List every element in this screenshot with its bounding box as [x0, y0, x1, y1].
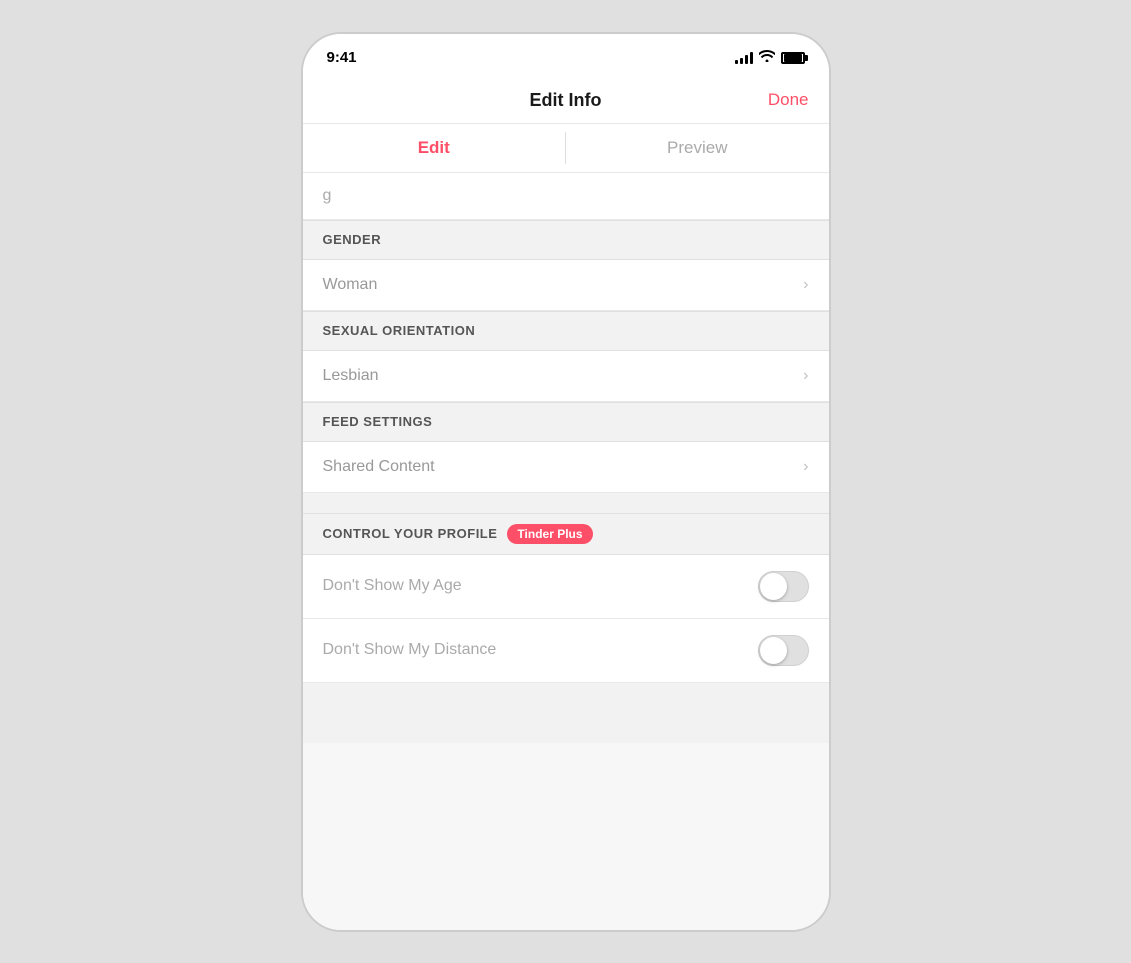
partial-text: g: [323, 187, 332, 205]
toggle-row-distance[interactable]: Don't Show My Distance: [303, 619, 829, 683]
scroll-content: g GENDER Woman › SEXUAL ORIENTATION Lesb…: [303, 173, 829, 930]
tab-edit[interactable]: Edit: [303, 124, 566, 172]
wifi-icon: [759, 50, 775, 65]
nav-bar: Edit Info Done: [303, 78, 829, 124]
chevron-icon: ›: [803, 276, 808, 294]
toggle-age-knob: [760, 573, 787, 600]
toggle-age-switch[interactable]: [758, 571, 809, 602]
nav-title: Edit Info: [530, 90, 602, 111]
phone-frame: 9:41 Edit Info Done: [301, 32, 831, 932]
tab-preview-label: Preview: [667, 138, 727, 158]
toggle-distance-knob: [760, 637, 787, 664]
row-woman[interactable]: Woman ›: [303, 260, 829, 311]
toggle-label-distance: Don't Show My Distance: [323, 641, 497, 659]
row-lesbian[interactable]: Lesbian ›: [303, 351, 829, 402]
chevron-icon-3: ›: [803, 458, 808, 476]
tab-preview[interactable]: Preview: [566, 124, 829, 172]
tinder-plus-badge: Tinder Plus: [507, 524, 592, 544]
status-bar: 9:41: [303, 34, 829, 78]
row-woman-text: Woman: [323, 276, 378, 294]
section-header-orientation: SEXUAL ORIENTATION: [303, 311, 829, 351]
tab-edit-label: Edit: [418, 138, 450, 158]
section-header-feed: FEED SETTINGS: [303, 402, 829, 442]
tab-bar: Edit Preview: [303, 124, 829, 173]
battery-icon: [781, 52, 805, 64]
partial-row: g: [303, 173, 829, 220]
signal-icon: [735, 52, 753, 64]
bottom-gap: [303, 683, 829, 743]
status-icons: [735, 50, 805, 65]
row-shared-content-text: Shared Content: [323, 458, 435, 476]
chevron-icon-2: ›: [803, 367, 808, 385]
section-title-gender: GENDER: [323, 232, 382, 247]
done-button[interactable]: Done: [768, 90, 809, 110]
control-profile-title: CONTROL YOUR PROFILE: [323, 526, 498, 541]
section-header-gender: GENDER: [303, 220, 829, 260]
row-lesbian-text: Lesbian: [323, 367, 379, 385]
toggle-label-age: Don't Show My Age: [323, 577, 462, 595]
toggle-distance-switch[interactable]: [758, 635, 809, 666]
control-profile-header: CONTROL YOUR PROFILE Tinder Plus: [303, 513, 829, 555]
toggle-row-age[interactable]: Don't Show My Age: [303, 555, 829, 619]
status-time: 9:41: [327, 49, 357, 66]
gap-section: [303, 493, 829, 513]
section-title-orientation: SEXUAL ORIENTATION: [323, 323, 476, 338]
section-title-feed: FEED SETTINGS: [323, 414, 433, 429]
row-shared-content[interactable]: Shared Content ›: [303, 442, 829, 493]
